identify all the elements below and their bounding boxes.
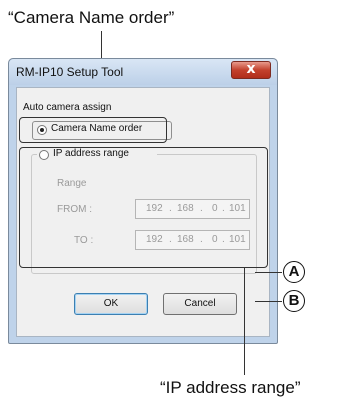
highlight-ip-address-range: [19, 147, 268, 268]
auto-camera-assign-label: Auto camera assign: [23, 102, 112, 113]
cancel-button[interactable]: Cancel: [163, 293, 237, 315]
highlight-camera-name-order: [19, 117, 167, 143]
leader-line-a: [255, 272, 282, 273]
callout-leader-line-bottom: [244, 268, 245, 375]
ok-button[interactable]: OK: [74, 293, 148, 315]
close-icon: x: [246, 61, 256, 77]
badge-b: B: [283, 290, 305, 312]
leader-line-b: [255, 301, 282, 302]
badge-a: A: [283, 261, 305, 283]
close-button[interactable]: x: [231, 61, 271, 79]
title-bar: RM-IP10 Setup Tool x: [9, 59, 277, 85]
callout-camera-name-order: “Camera Name order”: [8, 8, 175, 27]
window-title: RM-IP10 Setup Tool: [16, 65, 124, 79]
callout-ip-address-range: “IP address range”: [160, 378, 301, 397]
